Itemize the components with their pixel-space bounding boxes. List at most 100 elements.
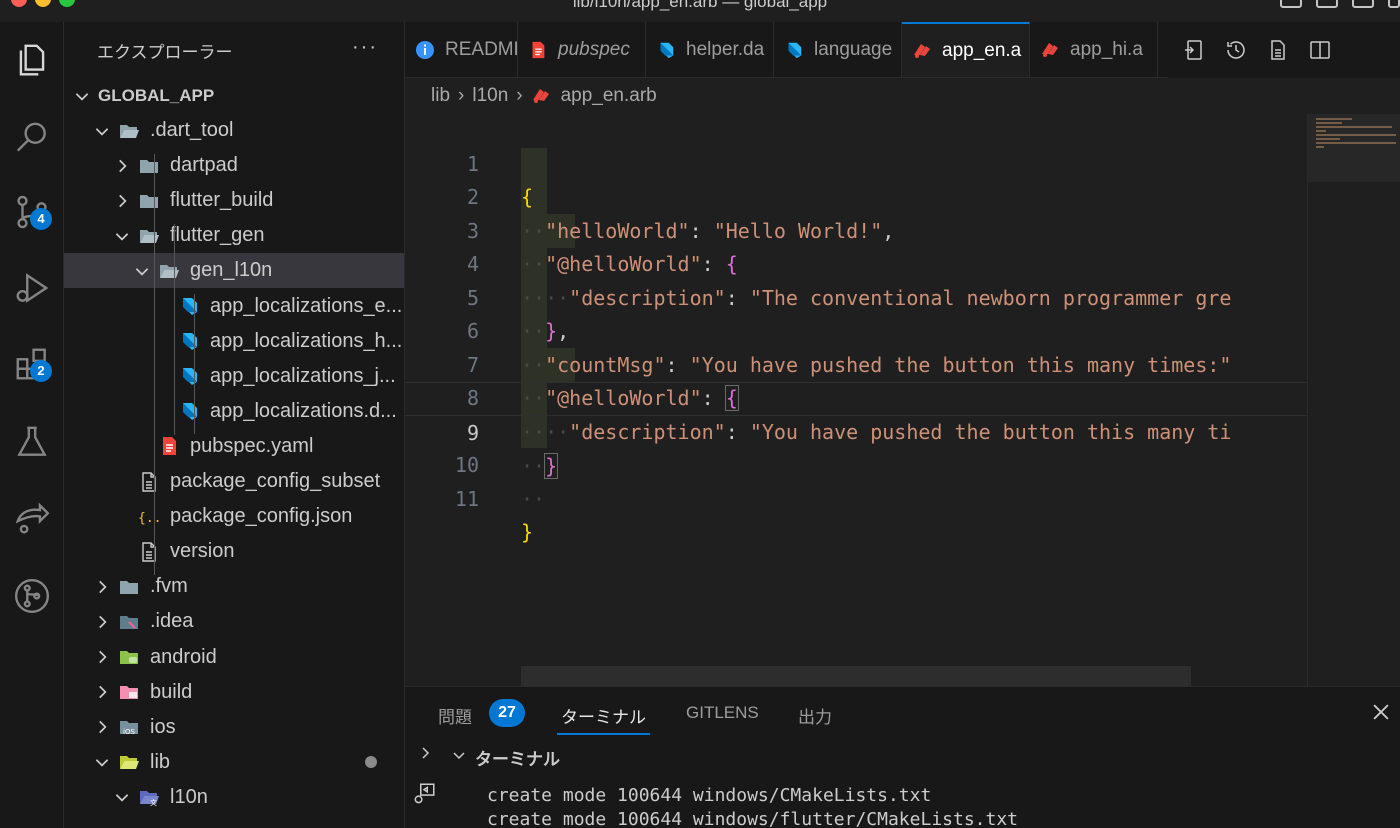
- editor-tab[interactable]: app_en.a: [902, 22, 1030, 77]
- minimap[interactable]: [1307, 114, 1400, 686]
- tree-item[interactable]: .fvm: [64, 569, 404, 604]
- editor-tab[interactable]: README: [405, 22, 518, 77]
- tree-item[interactable]: android: [64, 640, 404, 675]
- arb-file-icon: [531, 86, 551, 106]
- customize-layout-icon[interactable]: [1388, 0, 1400, 8]
- terminal-debug-icon[interactable]: [411, 781, 437, 812]
- dart-icon: [178, 295, 200, 317]
- git-graph-icon: [14, 578, 50, 614]
- tree-item-label: flutter_gen: [170, 224, 265, 247]
- tree-item[interactable]: package_config_subset: [64, 464, 404, 499]
- breadcrumb-item-lib[interactable]: lib: [431, 85, 450, 107]
- tree-item-label: .idea: [150, 610, 194, 633]
- tree-item[interactable]: flutter_gen: [64, 218, 404, 253]
- tree-item[interactable]: version: [64, 534, 404, 569]
- dart-icon: [178, 400, 200, 422]
- activity-run-debug[interactable]: [6, 262, 58, 314]
- tree-item[interactable]: app_localizations.d...: [64, 394, 404, 429]
- code-line: 11 }: [405, 449, 1307, 545]
- timeline-icon[interactable]: [1224, 38, 1248, 62]
- explorer-title: エクスプローラー: [97, 42, 233, 62]
- toggle-secondary-sidebar-icon[interactable]: [1352, 0, 1374, 8]
- tab-gitlens[interactable]: GITLENS: [686, 703, 759, 723]
- toggle-primary-sidebar-icon[interactable]: [1280, 0, 1302, 8]
- activity-explorer[interactable]: [6, 34, 58, 86]
- activity-extensions[interactable]: 2: [6, 338, 58, 390]
- breadcrumb: lib › l10n › app_en.arb: [405, 78, 1400, 114]
- tree-item-label: build: [150, 680, 193, 703]
- code-line-current: 9 ··}: [405, 382, 1307, 479]
- tree-item-label: l10n: [170, 785, 208, 808]
- tree-item[interactable]: .idea: [64, 604, 404, 639]
- chevron-right-icon[interactable]: [417, 745, 433, 766]
- dart-icon: [178, 330, 200, 352]
- tree-item[interactable]: iOS ios: [64, 710, 404, 745]
- chevron-down-icon: [112, 787, 132, 807]
- indent-guide: [154, 154, 155, 576]
- activity-search[interactable]: [6, 112, 58, 164]
- chevron-down-icon: [112, 226, 132, 246]
- explorer-sidebar: エクスプローラー ··· GLOBAL_APP .dart_tooldartpa…: [64, 22, 405, 828]
- breadcrumb-item-file[interactable]: app_en.arb: [561, 85, 657, 107]
- tree-item[interactable]: app_localizations_h...: [64, 324, 404, 359]
- tree-item[interactable]: build: [64, 675, 404, 710]
- activity-remote[interactable]: [6, 492, 58, 544]
- editor-tab[interactable]: language: [774, 22, 902, 77]
- file-icon: [138, 471, 160, 493]
- open-changes-icon[interactable]: [1182, 38, 1206, 62]
- code-line: 1 {: [405, 114, 1307, 210]
- folder-build-icon: [118, 681, 140, 703]
- bottom-panel: 問題 27 ターミナル GITLENS 出力 ターミナル create mode…: [405, 686, 1400, 828]
- split-editor-icon[interactable]: [1308, 38, 1332, 62]
- horizontal-scrollbar[interactable]: [521, 666, 1191, 686]
- toggle-panel-icon[interactable]: [1316, 0, 1338, 8]
- tree-item-label: .fvm: [150, 575, 188, 598]
- editor-tab[interactable]: pubspec: [518, 22, 646, 77]
- tree-item[interactable]: dartpad: [64, 148, 404, 183]
- tab-label: helper.da: [686, 39, 765, 60]
- terminal-section-title: ターミナル: [475, 750, 560, 769]
- code-editor[interactable]: 1 { 2 ··"helloWorld": "Hello World!", 3 …: [405, 114, 1400, 686]
- chevron-right-icon: [112, 156, 132, 176]
- info-icon: [415, 40, 435, 60]
- yaml-file-icon: [528, 40, 548, 60]
- tree-item[interactable]: gen_l10n: [64, 253, 404, 289]
- tree-item[interactable]: {..} package_config.json: [64, 499, 404, 534]
- yaml-icon: [158, 435, 180, 457]
- editor-tab[interactable]: app_hi.a: [1030, 22, 1158, 77]
- active-tab-indicator: [557, 733, 650, 735]
- modified-dot-icon: [365, 756, 377, 769]
- tree-item[interactable]: app_localizations_e...: [64, 289, 404, 324]
- chevron-down-icon[interactable]: [451, 747, 467, 768]
- activity-gitlens[interactable]: [6, 570, 58, 622]
- tree-item[interactable]: lib: [64, 745, 404, 780]
- code-line: 7 ··"@helloWorld": {: [405, 315, 1307, 411]
- tree-item-label: .dart_tool: [150, 119, 234, 141]
- tree-item[interactable]: 文 l10n: [64, 780, 404, 815]
- code-line: 8 ····"description": "You have pushed th…: [405, 349, 1307, 444]
- tree-item-label: ios: [150, 715, 176, 738]
- tree-item[interactable]: flutter_build: [64, 183, 404, 218]
- more-actions-icon[interactable]: ···: [352, 36, 378, 59]
- chevron-down-icon: [132, 261, 152, 281]
- tree-root[interactable]: GLOBAL_APP: [64, 78, 404, 113]
- window-title: lib/l10n/app_en.arb — global_app: [572, 0, 828, 11]
- tree-item[interactable]: pubspec.yaml: [64, 429, 404, 464]
- preview-icon[interactable]: [1266, 38, 1290, 62]
- minimap-viewport[interactable]: [1308, 114, 1400, 182]
- tab-terminal[interactable]: ターミナル: [561, 703, 646, 728]
- folder-open-icon: [118, 120, 140, 142]
- tree-item[interactable]: .dart_tool: [64, 113, 404, 148]
- folder-android-icon: [118, 646, 140, 668]
- folder-open-icon: [158, 260, 180, 282]
- file-icon: [138, 541, 160, 563]
- terminal-line: create mode 100644 windows/flutter/CMake…: [487, 809, 1019, 828]
- activity-source-control[interactable]: 4: [6, 186, 58, 238]
- editor-tab[interactable]: helper.da: [646, 22, 774, 77]
- activity-testing[interactable]: [6, 416, 58, 468]
- breadcrumb-item-l10n[interactable]: l10n: [472, 85, 508, 107]
- close-panel-icon[interactable]: [1370, 701, 1392, 723]
- tree-item[interactable]: app_localizations_j...: [64, 359, 404, 394]
- tab-problems[interactable]: 問題: [438, 703, 472, 728]
- tab-output[interactable]: 出力: [798, 703, 832, 728]
